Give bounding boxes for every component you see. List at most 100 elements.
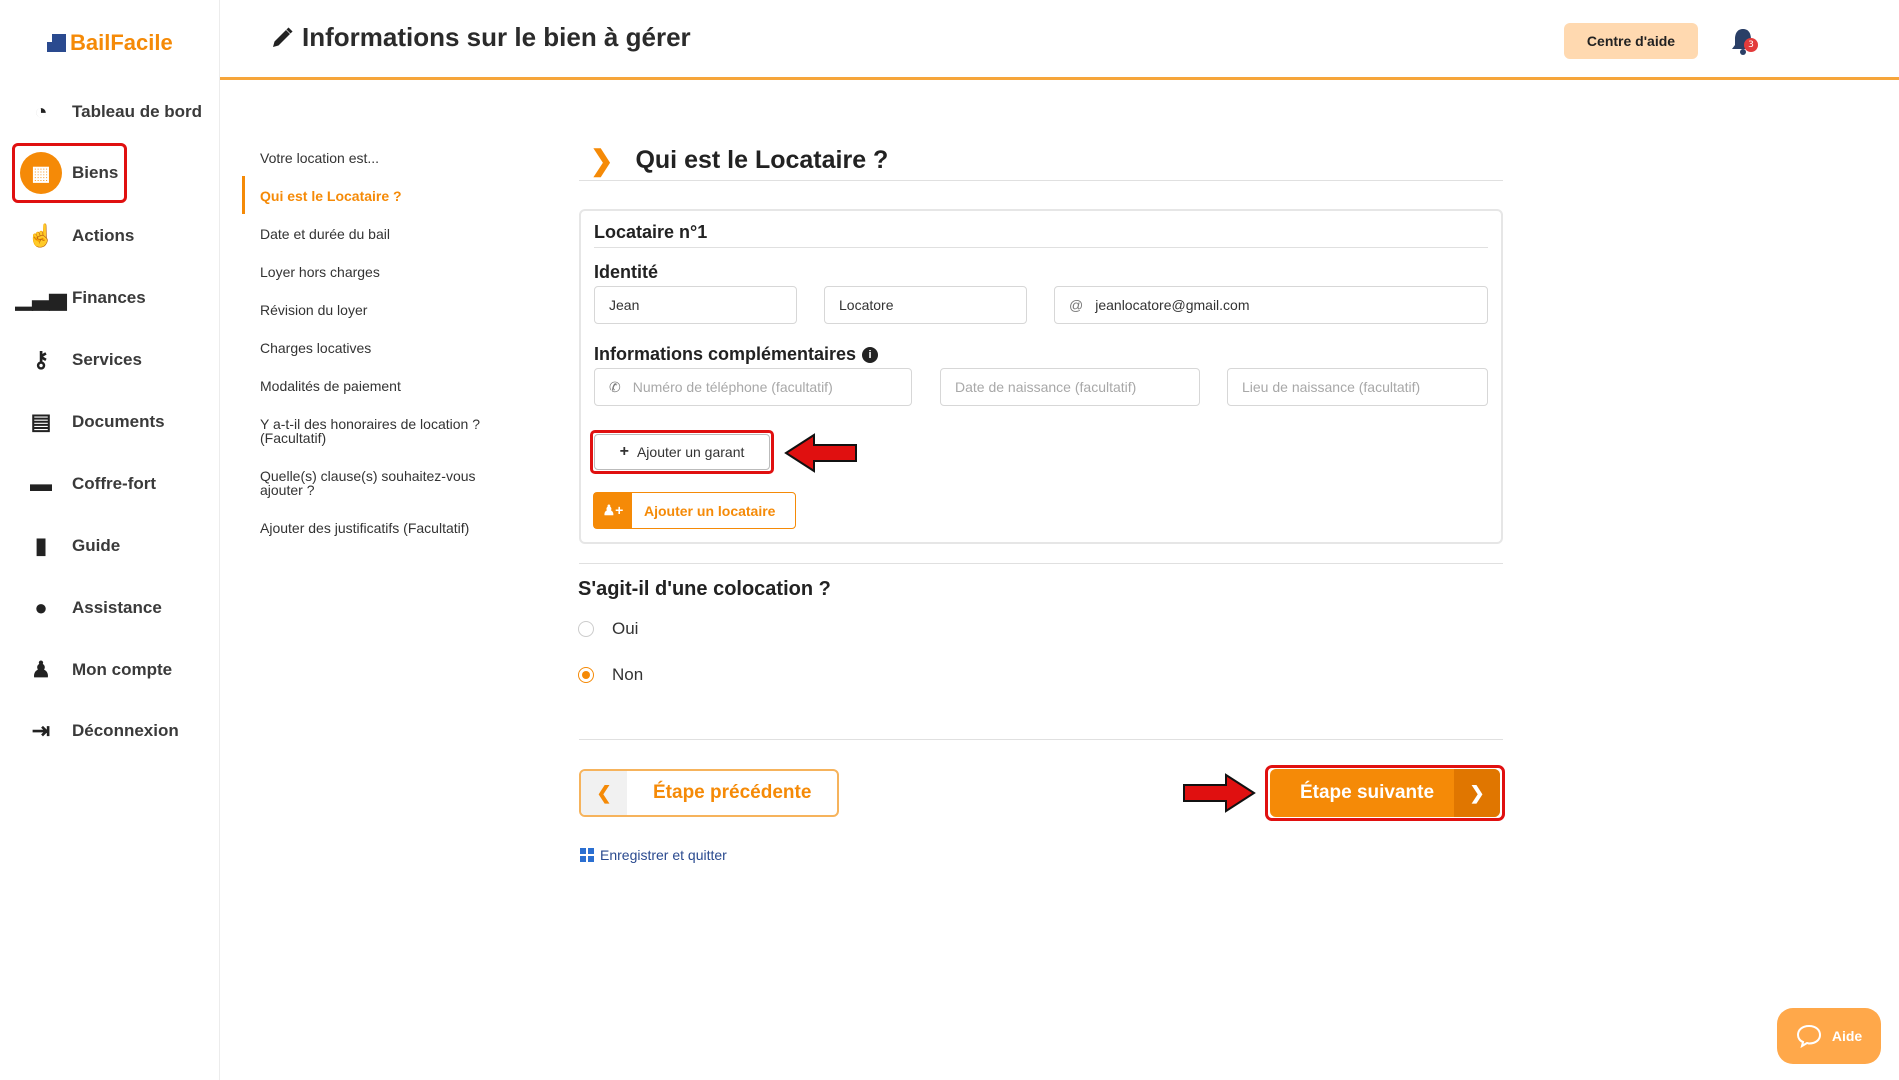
sidebar-item-assistance[interactable]: ● Assistance [28, 588, 162, 628]
step-item[interactable]: Quelle(s) clause(s) souhaitez-vous ajout… [260, 469, 500, 497]
section-title-text: Qui est le Locataire ? [635, 146, 889, 174]
radio-button-checked[interactable] [578, 667, 594, 683]
grid-icon [580, 848, 594, 862]
radio-oui[interactable]: Oui [578, 619, 638, 639]
email-value: jeanlocatore@gmail.com [1095, 297, 1250, 313]
save-and-quit-link[interactable]: Enregistrer et quitter [580, 847, 727, 863]
guarantor-highlight-annotation [590, 430, 774, 474]
sidebar-item-label: Actions [72, 226, 135, 245]
sidebar-item-mon-compte[interactable]: ♟ Mon compte [28, 650, 172, 690]
help-chat-label: Aide [1831, 1028, 1863, 1044]
radio-non[interactable]: Non [578, 665, 643, 685]
key-icon: ⚷ [32, 347, 50, 372]
page-title-text: Informations sur le bien à gérer [302, 22, 691, 52]
add-user-icon: ♟+ [594, 493, 632, 528]
bar-chart-icon: ▁▃▅ [15, 285, 67, 310]
birthdate-input[interactable]: Date de naissance (facultatif) [940, 368, 1200, 406]
previous-step-label: Étape précédente [653, 782, 812, 803]
step-item-active[interactable]: Qui est le Locataire ? [260, 189, 402, 203]
step-item[interactable]: Loyer hors charges [260, 265, 380, 279]
divider [579, 180, 1503, 181]
radio-button-unchecked[interactable] [578, 621, 594, 637]
building-logo-icon [47, 34, 66, 52]
archive-box-icon: ▬ [30, 471, 52, 496]
page-title: Informations sur le bien à gérer [270, 22, 691, 53]
sidebar-item-actions[interactable]: ☝ Actions [27, 216, 135, 256]
at-icon: @ [1069, 297, 1084, 313]
extra-info-text: Informations complémentaires [594, 344, 857, 364]
chat-bubble-icon: ● [34, 595, 48, 620]
sidebar-item-label: Déconnexion [72, 721, 179, 740]
identity-label: Identité [594, 262, 659, 282]
extra-info-label: Informations complémentaires i [594, 344, 879, 365]
previous-step-button[interactable]: ❮ Étape précédente [579, 769, 839, 817]
email-input[interactable]: @ jeanlocatore@gmail.com [1054, 286, 1488, 324]
logout-icon: ⇥ [31, 718, 51, 743]
sidebar-item-guide[interactable]: ▮ Guide [28, 526, 120, 566]
sidebar-item-coffre-fort[interactable]: ▬ Coffre-fort [28, 464, 156, 504]
sidebar-item-label: Tableau de bord [72, 102, 203, 121]
next-step-highlight-annotation [1265, 765, 1505, 821]
divider [579, 563, 1503, 564]
sidebar-item-tableau-de-bord[interactable]: ◔ Tableau de bord [28, 92, 202, 132]
step-item[interactable]: Modalités de paiement [260, 379, 401, 393]
sidebar-item-label: Documents [72, 412, 165, 431]
biens-highlight-annotation [12, 143, 127, 203]
sidebar-item-label: Services [72, 350, 142, 369]
phone-icon: ✆ [609, 378, 621, 395]
arrow-right-annotation-icon [1183, 773, 1256, 813]
sidebar-item-label: Mon compte [72, 660, 173, 679]
birthplace-input[interactable]: Lieu de naissance (facultatif) [1227, 368, 1488, 406]
chevron-left-icon: ❮ [581, 771, 627, 815]
colocation-question: S'agit-il d'une colocation ? [578, 578, 831, 600]
first-name-value: Jean [609, 297, 640, 313]
chevron-right-icon: ❯ [590, 145, 614, 176]
birthdate-placeholder: Date de naissance (facultatif) [955, 379, 1137, 395]
sidebar-item-documents[interactable]: ▤ Documents [28, 402, 165, 442]
chat-icon [1796, 1024, 1821, 1048]
pencil-icon [273, 26, 293, 47]
sidebar-item-label: Finances [72, 288, 146, 307]
notification-badge: 3 [1744, 38, 1758, 52]
dashboard-icon: ◔ [34, 99, 48, 124]
last-name-value: Locatore [839, 297, 894, 313]
step-item[interactable]: Ajouter des justificatifs (Facultatif) [260, 521, 469, 535]
sidebar-item-services[interactable]: ⚷ Services [28, 340, 142, 380]
arrow-left-annotation-icon [784, 433, 857, 473]
help-chat-button[interactable]: Aide [1777, 1008, 1881, 1064]
sidebar-item-label: Coffre-fort [72, 474, 157, 493]
step-item[interactable]: Y a-t-il des honoraires de location ? (F… [260, 417, 500, 445]
step-item[interactable]: Charges locatives [260, 341, 371, 355]
phone-placeholder: Numéro de téléphone (facultatif) [632, 379, 833, 395]
first-name-input[interactable]: Jean [594, 286, 797, 324]
step-item[interactable]: Date et durée du bail [260, 227, 390, 241]
step-item[interactable]: Votre location est... [260, 151, 379, 165]
add-tenant-label: Ajouter un locataire [644, 502, 776, 519]
save-and-quit-label: Enregistrer et quitter [600, 847, 727, 863]
document-icon: ▤ [30, 409, 52, 434]
user-icon: ♟ [31, 657, 51, 682]
radio-label: Non [612, 665, 644, 684]
divider [579, 739, 1503, 740]
divider [594, 247, 1488, 248]
active-step-indicator [242, 176, 245, 214]
radio-label: Oui [612, 619, 639, 638]
sidebar-item-label: Assistance [72, 598, 162, 617]
info-icon[interactable]: i [862, 347, 879, 364]
pointer-hand-icon: ☝ [27, 223, 55, 248]
section-title: ❯ Qui est le Locataire ? [590, 144, 888, 177]
birthplace-placeholder: Lieu de naissance (facultatif) [1242, 379, 1421, 395]
sidebar-item-finances[interactable]: ▁▃▅ Finances [15, 278, 146, 318]
last-name-input[interactable]: Locatore [824, 286, 1027, 324]
phone-input[interactable]: ✆ Numéro de téléphone (facultatif) [594, 368, 912, 406]
book-icon: ▮ [34, 533, 48, 558]
tenant-title: Locataire n°1 [594, 222, 708, 242]
sidebar-item-deconnexion[interactable]: ⇥ Déconnexion [28, 711, 179, 751]
add-tenant-button[interactable]: ♟+ Ajouter un locataire [593, 492, 796, 529]
sidebar-item-label: Guide [72, 536, 121, 555]
help-center-button[interactable]: Centre d'aide [1564, 23, 1698, 59]
logo[interactable]: BailFacile [47, 30, 173, 56]
brand-name: BailFacile [70, 30, 173, 55]
header: Informations sur le bien à gérer Centre … [220, 0, 1899, 80]
step-item[interactable]: Révision du loyer [260, 303, 367, 317]
